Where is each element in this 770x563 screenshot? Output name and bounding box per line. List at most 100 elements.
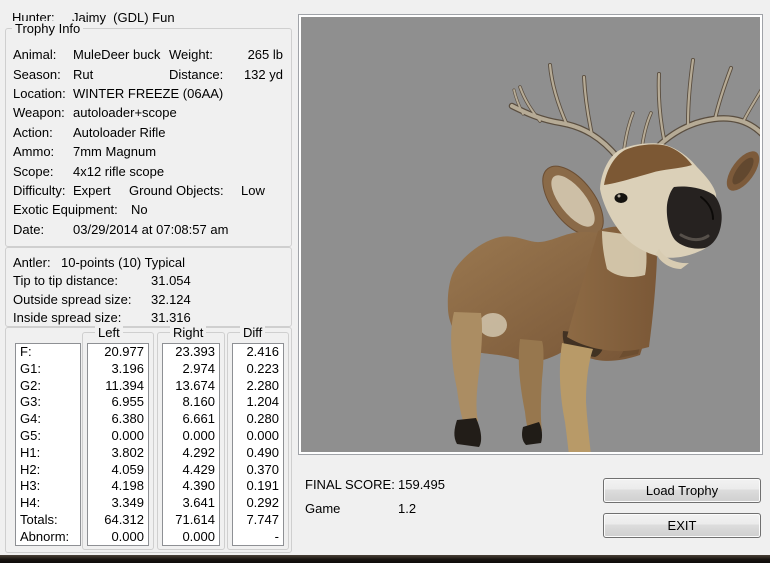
animal-value: MuleDeer buck xyxy=(73,47,161,63)
diff-value: 0.191 xyxy=(246,478,279,494)
weapon-label: Weapon: xyxy=(13,105,65,121)
exotic-equipment-row: Exotic Equipment: No xyxy=(13,200,283,219)
diff-value: 2.416 xyxy=(246,344,279,359)
diff-value: 0.280 xyxy=(246,411,279,427)
right-value: 2.974 xyxy=(182,360,215,376)
right-column-groupbox: Right 23.393 2.974 13.674 8.160 6.661 0.… xyxy=(157,325,225,550)
measurements-groupbox: F: G1: G2: G3: G4: G5: H1: H2: H3: H4: T… xyxy=(5,325,292,553)
left-value: 64.312 xyxy=(104,511,144,527)
left-value: 3.802 xyxy=(111,444,144,460)
exotic-equipment-label: Exotic Equipment: xyxy=(13,202,118,218)
ammo-row: Ammo: 7mm Magnum xyxy=(13,142,283,161)
weapon-value: autoloader+scope xyxy=(73,105,177,121)
measure-label: H1: xyxy=(20,444,41,460)
right-column-header: Right xyxy=(170,325,207,340)
left-value: 4.198 xyxy=(111,478,144,494)
final-score-value: 159.495 xyxy=(398,477,445,492)
date-value: 03/29/2014 at 07:08:57 am xyxy=(73,221,229,237)
diff-value: 0.292 xyxy=(246,495,279,511)
tip-to-tip-value: 31.054 xyxy=(151,273,191,289)
measurement-labels-listbox[interactable]: F: G1: G2: G3: G4: G5: H1: H2: H3: H4: T… xyxy=(15,343,81,546)
right-value: 0.000 xyxy=(182,528,215,544)
diff-value: 0.490 xyxy=(246,444,279,460)
left-value: 3.349 xyxy=(111,495,144,511)
measure-label: G2: xyxy=(20,377,41,393)
diff-value: 0.223 xyxy=(246,360,279,376)
action-value: Autoloader Rifle xyxy=(73,124,166,140)
tip-to-tip-row: Tip to tip distance: 31.054 xyxy=(13,272,283,291)
diff-value: 2.280 xyxy=(246,377,279,393)
action-row: Action: Autoloader Rifle xyxy=(13,123,283,142)
animal-weight-row: Animal: MuleDeer buck Weight: 265 lb xyxy=(13,45,283,64)
inside-spread-value: 31.316 xyxy=(151,310,191,326)
antler-value: 10-points (10) Typical xyxy=(61,254,186,270)
season-value: Rut xyxy=(73,66,94,82)
right-value: 4.292 xyxy=(182,444,215,460)
scope-row: Scope: 4x12 rifle scope xyxy=(13,161,283,180)
right-value: 4.390 xyxy=(182,478,215,494)
measure-label: Totals: xyxy=(20,511,58,527)
tip-to-tip-label: Tip to tip distance: xyxy=(13,273,119,289)
belly-patch xyxy=(479,313,507,337)
left-values-listbox[interactable]: 20.977 3.196 11.394 6.955 6.380 0.000 3.… xyxy=(87,343,149,546)
diff-value: 0.000 xyxy=(246,427,279,443)
measure-label: H4: xyxy=(20,495,41,511)
measure-label: G5: xyxy=(20,427,41,443)
location-value: WINTER FREEZE (06AA) xyxy=(73,85,224,101)
diff-column-groupbox: Diff 2.416 0.223 2.280 1.204 0.280 0.000… xyxy=(227,325,289,550)
diff-value: 7.747 xyxy=(246,511,279,527)
load-trophy-button[interactable]: Load Trophy xyxy=(603,478,761,503)
right-value: 3.641 xyxy=(182,495,215,511)
difficulty-value: Expert xyxy=(73,182,111,198)
weapon-row: Weapon: autoloader+scope xyxy=(13,103,283,122)
diff-value: 0.370 xyxy=(246,461,279,477)
left-value: 3.196 xyxy=(111,360,144,376)
weight-label: Weight: xyxy=(169,47,213,63)
exit-button[interactable]: EXIT xyxy=(603,513,761,538)
trophy-info-groupbox: Trophy Info Animal: MuleDeer buck Weight… xyxy=(5,21,292,247)
outside-spread-label: Outside spread size: xyxy=(13,291,132,307)
measure-label: F: xyxy=(20,344,32,359)
ammo-label: Ammo: xyxy=(13,144,55,160)
right-value: 8.160 xyxy=(182,394,215,410)
left-value: 6.380 xyxy=(111,411,144,427)
right-value: 71.614 xyxy=(175,511,215,527)
game-version-value: 1.2 xyxy=(398,501,417,516)
measure-label: G3: xyxy=(20,394,41,410)
game-version-row: Game 1.2 xyxy=(305,501,445,517)
left-value: 0.000 xyxy=(111,427,144,443)
outside-spread-row: Outside spread size: 32.124 xyxy=(13,290,283,309)
measure-label: G1: xyxy=(20,360,41,376)
game-label: Game xyxy=(305,501,341,516)
eye-glint xyxy=(617,194,621,198)
right-values-listbox[interactable]: 23.393 2.974 13.674 8.160 6.661 0.000 4.… xyxy=(162,343,220,546)
bottom-dark-strip xyxy=(0,555,770,563)
date-row: Date: 03/29/2014 at 07:08:57 am xyxy=(13,220,283,239)
inside-spread-label: Inside spread size: xyxy=(13,310,122,326)
right-value: 13.674 xyxy=(175,377,215,393)
trophy-render-panel xyxy=(298,14,768,455)
measure-label: H2: xyxy=(20,461,41,477)
location-label: Location: xyxy=(13,85,66,101)
score-summary: FINAL SCORE: 159.495 Game 1.2 xyxy=(305,477,445,525)
outside-spread-value: 32.124 xyxy=(151,291,191,307)
right-value: 0.000 xyxy=(182,427,215,443)
difficulty-row: Difficulty: Expert Ground Objects: Low xyxy=(13,181,283,200)
distance-label: Distance: xyxy=(169,66,224,82)
diff-value: - xyxy=(274,528,279,544)
difficulty-label: Difficulty: xyxy=(13,182,66,198)
diff-values-listbox[interactable]: 2.416 0.223 2.280 1.204 0.280 0.000 0.49… xyxy=(232,343,284,546)
left-column-header: Left xyxy=(95,325,123,340)
scope-value: 4x12 rifle scope xyxy=(73,163,165,179)
hunter-value: Jaimy (GDL) Fun xyxy=(72,10,175,25)
ground-objects-value: Low xyxy=(241,182,265,198)
diff-value: 1.204 xyxy=(246,394,279,410)
left-value: 11.394 xyxy=(105,377,144,393)
left-value: 20.977 xyxy=(104,344,144,359)
measure-label: G4: xyxy=(20,411,41,427)
exotic-equipment-value: No xyxy=(131,202,148,218)
mule-deer-render xyxy=(301,17,768,455)
eye-icon xyxy=(614,193,628,203)
season-distance-row: Season: Rut Distance: 132 yd xyxy=(13,64,283,83)
date-label: Date: xyxy=(13,221,45,237)
